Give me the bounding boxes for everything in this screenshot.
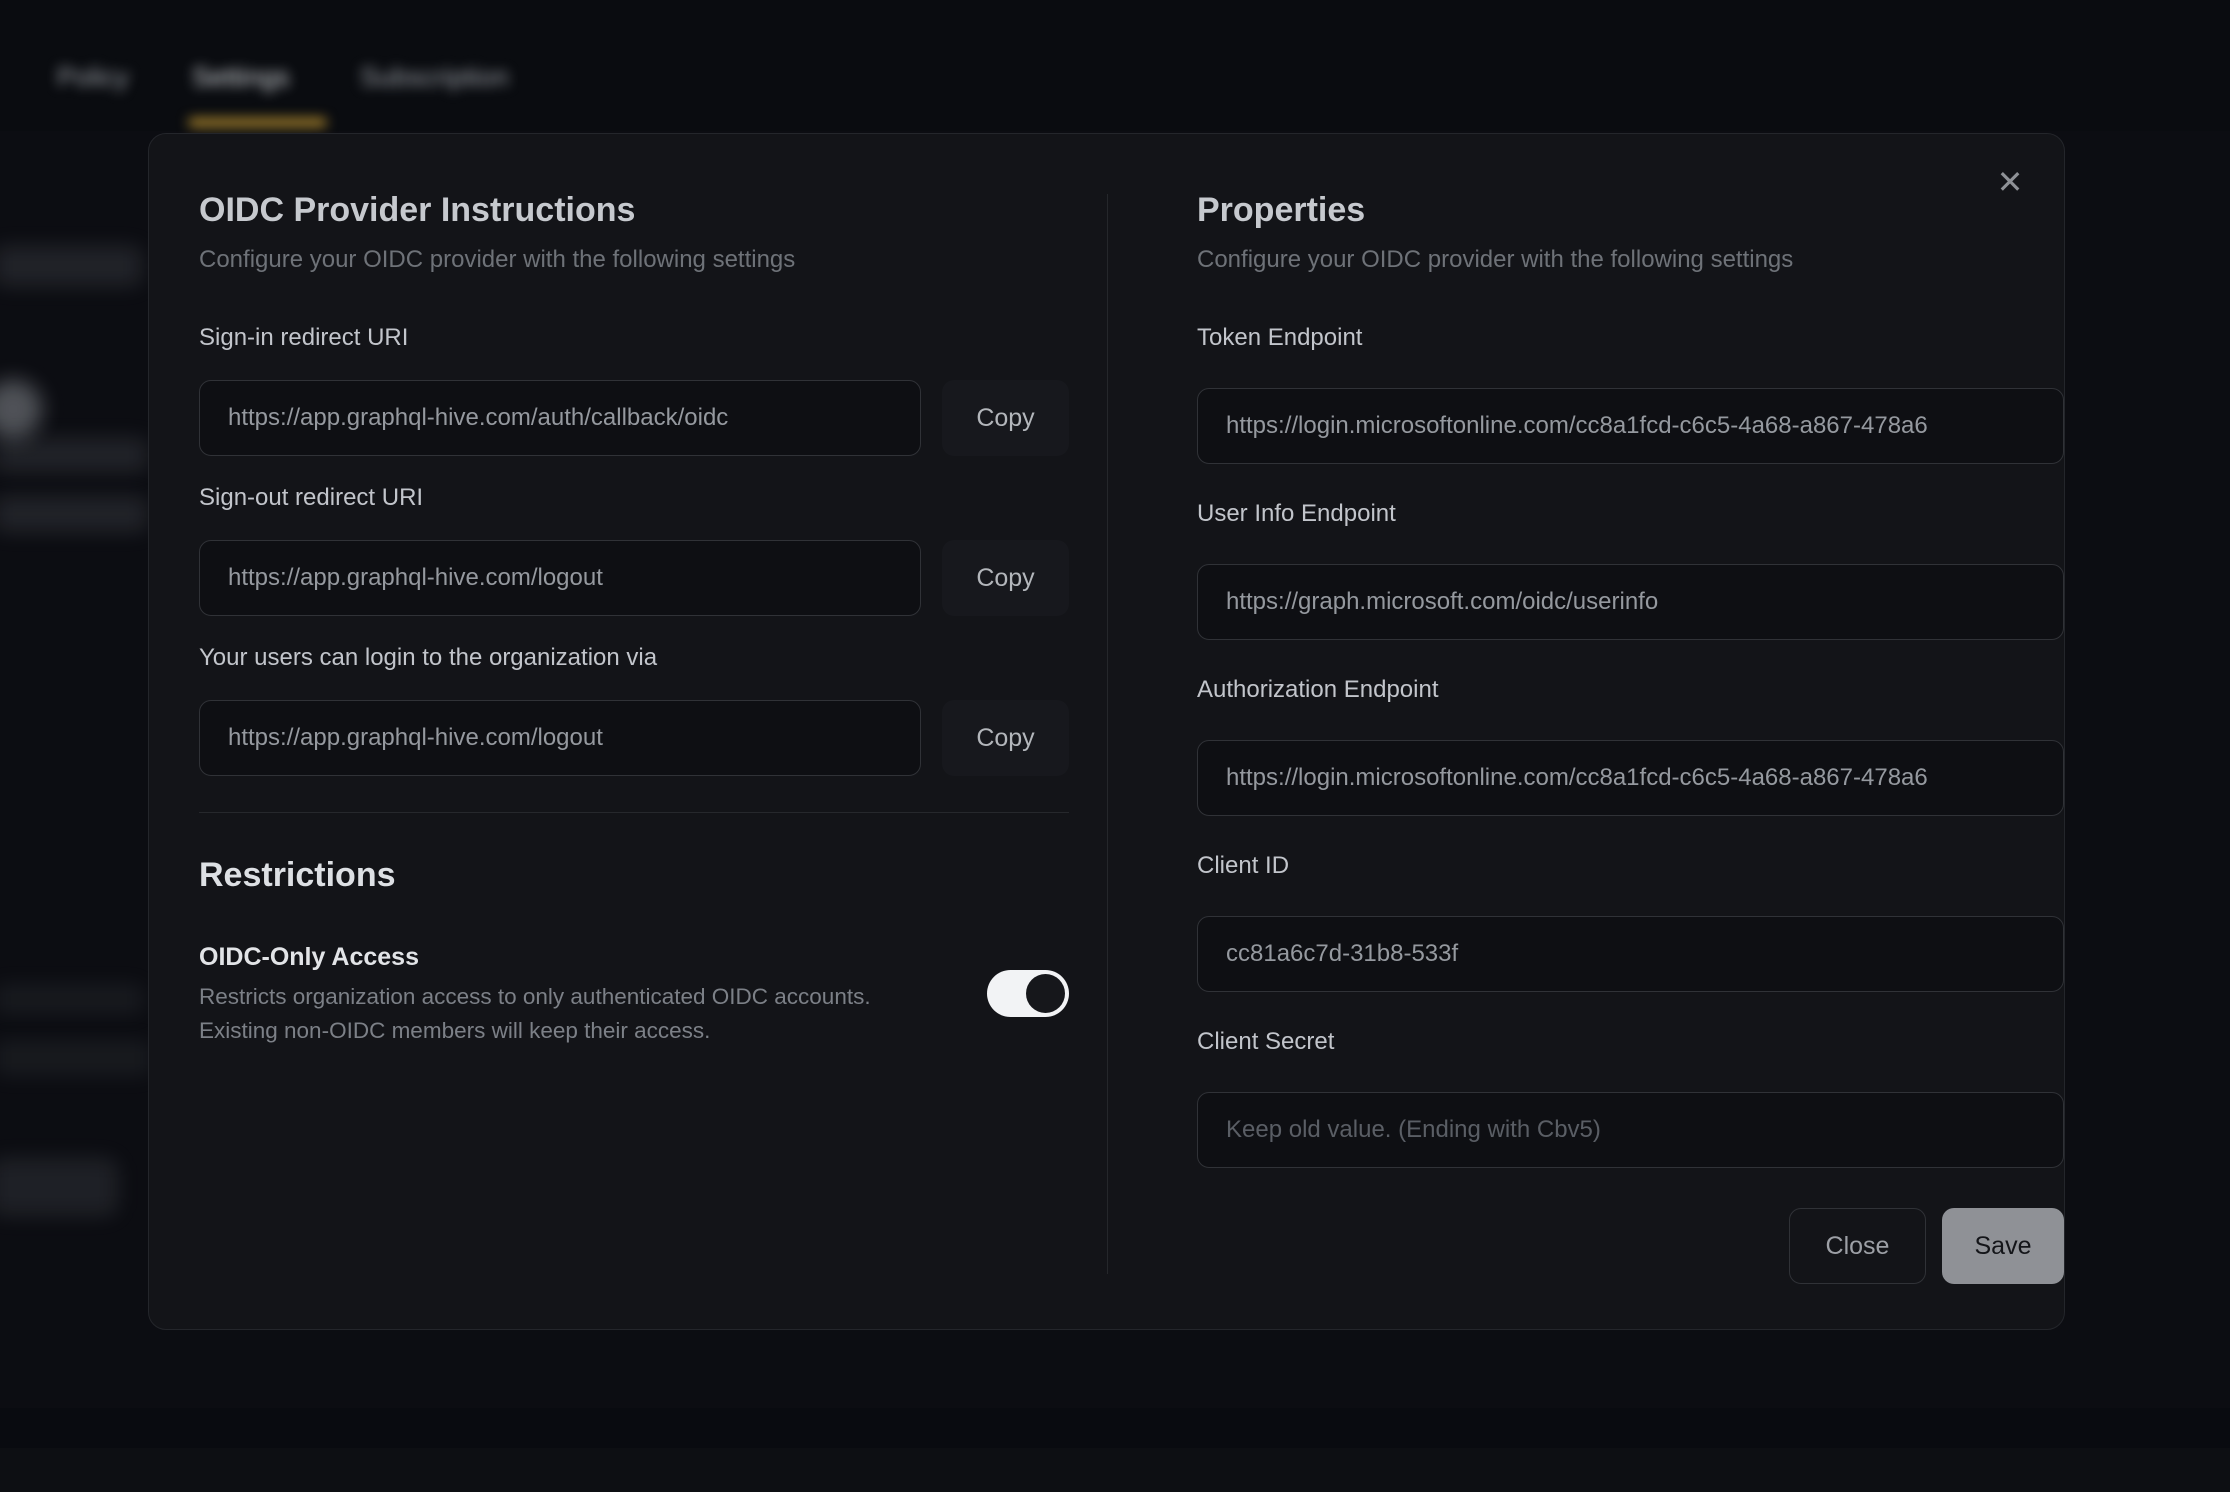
page-footer-band bbox=[0, 1448, 2230, 1492]
column-divider bbox=[1107, 194, 1108, 1274]
copy-login-via-button[interactable]: Copy bbox=[942, 700, 1069, 776]
description-line-1: Restricts organization access to only au… bbox=[199, 980, 909, 1014]
oidc-only-access-label: OIDC-Only Access bbox=[199, 942, 909, 972]
description-line-2: Existing non-OIDC members will keep thei… bbox=[199, 1014, 909, 1048]
copy-sign-in-button[interactable]: Copy bbox=[942, 380, 1069, 456]
page-lower-band bbox=[0, 1408, 2230, 1448]
tab-settings[interactable]: Settings bbox=[192, 62, 290, 93]
oidc-settings-modal: ✕ OIDC Provider Instructions Configure y… bbox=[148, 133, 2065, 1330]
properties-title: Properties bbox=[1197, 190, 2064, 231]
sign-out-redirect-label: Sign-out redirect URI bbox=[199, 481, 1069, 515]
toggle-thumb bbox=[1026, 974, 1065, 1013]
properties-subtitle: Configure your OIDC provider with the fo… bbox=[1197, 243, 2064, 277]
login-via-input[interactable] bbox=[199, 700, 921, 776]
restrictions-divider bbox=[199, 812, 1069, 813]
blurred-background-text bbox=[0, 246, 142, 286]
tab-policy[interactable]: Policy bbox=[57, 62, 129, 93]
token-endpoint-input[interactable] bbox=[1197, 388, 2064, 464]
blurred-background-text bbox=[0, 438, 148, 472]
login-via-label: Your users can login to the organization… bbox=[199, 641, 1069, 675]
client-id-input[interactable] bbox=[1197, 916, 2064, 992]
restrictions-title: Restrictions bbox=[199, 855, 1069, 896]
sign-in-redirect-label: Sign-in redirect URI bbox=[199, 321, 1069, 355]
client-secret-input[interactable] bbox=[1197, 1092, 2064, 1168]
blurred-background-text bbox=[0, 496, 148, 532]
blurred-background-avatar bbox=[0, 380, 42, 438]
authorization-endpoint-input[interactable] bbox=[1197, 740, 2064, 816]
modal-actions: Close Save bbox=[1197, 1208, 2064, 1284]
blurred-background-text bbox=[0, 1040, 152, 1076]
sign-out-redirect-input[interactable] bbox=[199, 540, 921, 616]
blurred-background-text bbox=[0, 984, 144, 1014]
tab-subscription[interactable]: Subscription bbox=[360, 62, 509, 93]
copy-sign-out-button[interactable]: Copy bbox=[942, 540, 1069, 616]
authorization-endpoint-label: Authorization Endpoint bbox=[1197, 673, 2064, 707]
save-button[interactable]: Save bbox=[1942, 1208, 2064, 1284]
instructions-column: OIDC Provider Instructions Configure you… bbox=[199, 134, 1069, 1048]
user-info-endpoint-input[interactable] bbox=[1197, 564, 2064, 640]
token-endpoint-label: Token Endpoint bbox=[1197, 321, 2064, 355]
background-tab-bar: Policy Settings Subscription bbox=[0, 0, 2230, 131]
client-id-label: Client ID bbox=[1197, 849, 2064, 883]
active-tab-underline bbox=[188, 118, 327, 127]
close-button[interactable]: Close bbox=[1789, 1208, 1926, 1284]
properties-column: Properties Configure your OIDC provider … bbox=[1197, 134, 2064, 1284]
blurred-background-button bbox=[0, 1158, 118, 1216]
user-info-endpoint-label: User Info Endpoint bbox=[1197, 497, 2064, 531]
oidc-only-access-description: Restricts organization access to only au… bbox=[199, 980, 909, 1048]
instructions-title: OIDC Provider Instructions bbox=[199, 190, 1069, 231]
instructions-subtitle: Configure your OIDC provider with the fo… bbox=[199, 243, 1069, 277]
sign-in-redirect-input[interactable] bbox=[199, 380, 921, 456]
oidc-only-toggle[interactable] bbox=[987, 970, 1069, 1017]
oidc-only-access-row: OIDC-Only Access Restricts organization … bbox=[199, 942, 1069, 1048]
client-secret-label: Client Secret bbox=[1197, 1025, 2064, 1059]
